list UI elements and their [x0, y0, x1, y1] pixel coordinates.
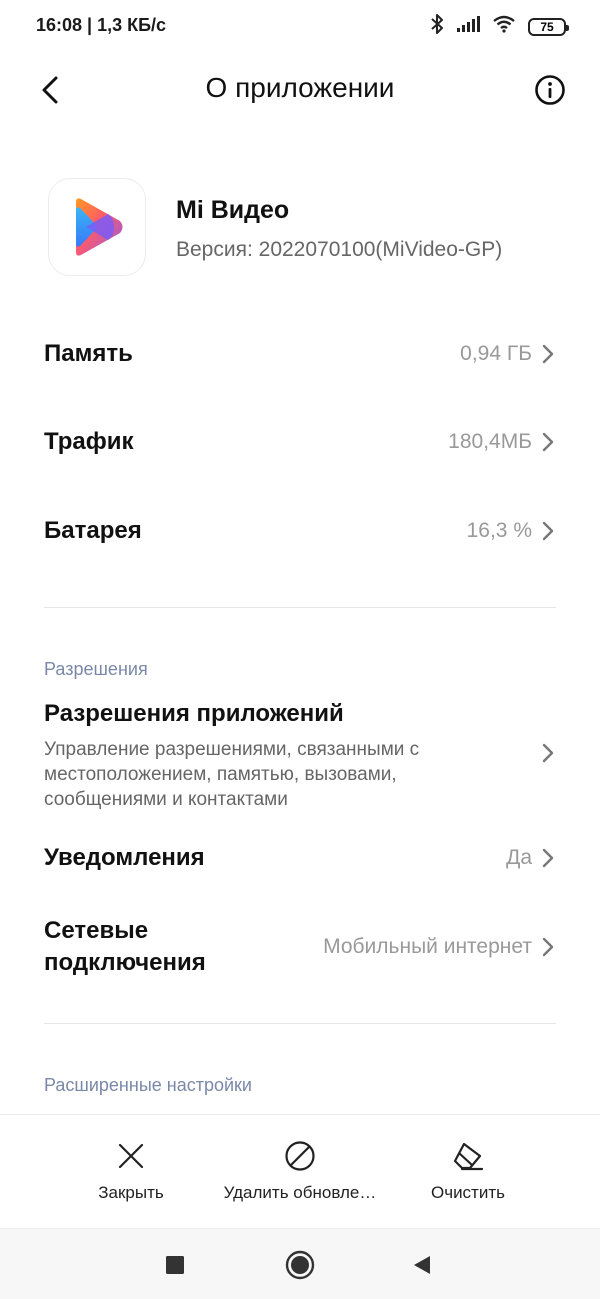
app-permissions-title: Разрешения приложений — [44, 700, 344, 727]
recents-button[interactable] — [157, 1247, 193, 1283]
battery-icon: 75 — [528, 17, 569, 36]
home-button[interactable] — [282, 1247, 318, 1283]
status-bar: 16:08 | 1,3 КБ/с 75 — [0, 0, 600, 54]
clear-data-button[interactable]: Очистить — [368, 1139, 568, 1203]
section-header-permissions: Разрешения — [44, 659, 148, 679]
signal-icon — [456, 15, 480, 38]
status-icons: 75 — [430, 13, 569, 40]
app-permissions-description: Управление разрешениями, связанными с ме… — [44, 739, 420, 810]
chevron-right-icon — [540, 343, 556, 365]
row-value: 16,3 % — [466, 519, 532, 542]
app-version: Версия: 2022070100(MiVideo-GP) — [176, 238, 503, 261]
chevron-right-icon — [540, 520, 556, 542]
header: О приложении — [0, 54, 600, 126]
circle-icon — [285, 1250, 315, 1280]
row-value: Мобильный интернет — [323, 935, 532, 958]
row-traffic[interactable]: Трафик 180,4МБ — [44, 422, 556, 462]
divider — [44, 607, 556, 608]
row-value: 180,4МБ — [448, 430, 532, 453]
chevron-right-icon — [540, 936, 556, 958]
page-title: О приложении — [205, 72, 395, 103]
row-label: Сетевые подключения — [44, 915, 206, 979]
row-label: Батарея — [44, 517, 142, 544]
system-nav-bar — [0, 1228, 600, 1299]
action-bar: Закрыть Удалить обновле… Очистить — [0, 1114, 600, 1228]
row-label: Память — [44, 340, 133, 367]
chevron-right-icon — [540, 847, 556, 869]
chevron-right-icon — [540, 431, 556, 453]
network-label-line2: подключения — [44, 949, 206, 976]
row-value: 0,94 ГБ — [460, 342, 532, 365]
status-time: 16:08 | 1,3 КБ/с — [36, 15, 167, 35]
divider — [44, 1023, 556, 1024]
info-button[interactable] — [528, 68, 572, 112]
chevron-right-icon — [540, 742, 556, 764]
app-info-block: Mi Видео Версия: 2022070100(MiVideo-GP) — [48, 178, 568, 278]
info-icon — [535, 75, 565, 105]
row-label: Уведомления — [44, 844, 205, 871]
square-icon — [166, 1256, 184, 1274]
app-icon — [48, 178, 146, 276]
section-header-advanced: Расширенные настройки — [44, 1075, 252, 1095]
row-label: Трафик — [44, 428, 134, 455]
back-nav-button[interactable] — [404, 1247, 440, 1283]
row-notifications[interactable]: Уведомления Да — [44, 838, 556, 878]
mi-video-logo-icon — [76, 198, 123, 256]
action-label: Удалить обновле… — [223, 1183, 377, 1202]
action-label: Закрыть — [98, 1183, 164, 1202]
action-label: Очистить — [430, 1183, 505, 1202]
app-name: Mi Видео — [176, 196, 290, 224]
app-info-screen: 16:08 | 1,3 КБ/с 75 О приложении Mi Виде… — [0, 0, 600, 1299]
network-label-line1: Сетевые — [44, 917, 149, 944]
row-value: Да — [506, 846, 532, 869]
close-icon — [114, 1139, 148, 1173]
row-storage[interactable]: Память 0,94 ГБ — [44, 334, 556, 374]
row-battery[interactable]: Батарея 16,3 % — [44, 511, 556, 551]
eraser-icon — [451, 1139, 485, 1173]
triangle-back-icon — [414, 1256, 430, 1274]
row-network-connections[interactable]: Сетевые подключения Мобильный интернет — [44, 914, 556, 980]
block-icon — [283, 1139, 317, 1173]
wifi-icon — [492, 15, 516, 38]
bluetooth-icon — [430, 13, 444, 40]
